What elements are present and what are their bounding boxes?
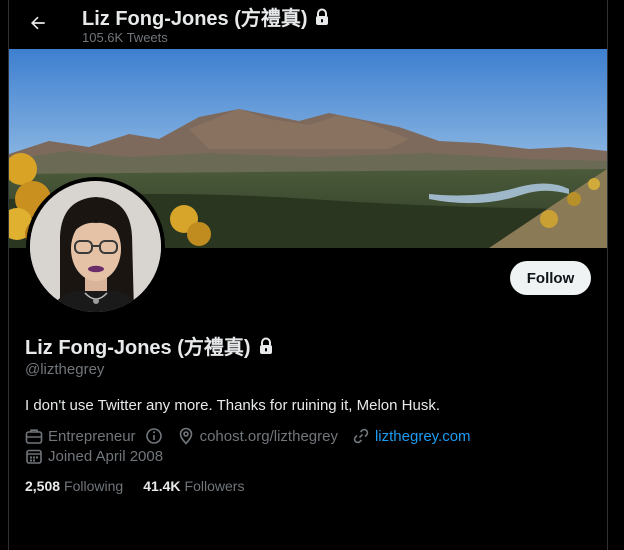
lock-icon <box>315 8 328 25</box>
link-icon <box>353 428 369 444</box>
top-bar: Liz Fong-Jones (方禮真) 105.6K Tweets <box>9 0 607 49</box>
profile-joined-row: Joined April 2008 <box>25 447 177 465</box>
briefcase-icon <box>25 429 43 444</box>
profile-handle: @lizthegrey <box>25 361 105 378</box>
info-icon[interactable] <box>145 427 163 445</box>
following-link[interactable]: 2,508 Following <box>25 478 123 494</box>
followers-link[interactable]: 41.4K Followers <box>143 478 244 494</box>
followers-label: Followers <box>184 478 245 494</box>
followers-count: 41.4K <box>143 478 181 494</box>
website-item[interactable]: lizthegrey.com <box>352 427 471 445</box>
location-label: cohost.org/lizthegrey <box>199 427 338 445</box>
location-pin-icon <box>179 427 192 445</box>
lock-icon <box>259 337 272 354</box>
profile-stats: 2,508 Following 41.4K Followers <box>25 478 244 494</box>
following-count: 2,508 <box>25 478 61 494</box>
back-button[interactable] <box>21 6 55 40</box>
profile-meta-row: Entrepreneur cohost.org/lizthegrey lizth… <box>25 427 485 445</box>
category-label: Entrepreneur <box>48 427 136 445</box>
following-label: Following <box>64 478 124 494</box>
profile-column: Liz Fong-Jones (方禮真) 105.6K Tweets Follo… <box>8 0 608 550</box>
location-item: cohost.org/lizthegrey <box>177 427 338 445</box>
arrow-left-icon <box>31 16 45 30</box>
joined-label: Joined April 2008 <box>48 447 164 465</box>
profile-bio: I don't use Twitter any more. Thanks for… <box>25 397 440 414</box>
header-name: Liz Fong-Jones (方禮真) <box>82 8 308 30</box>
follow-button[interactable]: Follow <box>510 261 591 295</box>
tweet-count: 105.6K Tweets <box>82 30 168 45</box>
header-title: Liz Fong-Jones (方禮真) <box>82 2 330 31</box>
profile-name-row: Liz Fong-Jones (方禮真) <box>25 331 274 360</box>
joined-item: Joined April 2008 <box>25 447 163 465</box>
profile-avatar[interactable] <box>26 177 165 316</box>
display-name: Liz Fong-Jones (方禮真) <box>25 337 251 359</box>
website-link[interactable]: lizthegrey.com <box>375 428 471 445</box>
calendar-icon <box>26 449 42 464</box>
category-item: Entrepreneur <box>25 427 163 445</box>
